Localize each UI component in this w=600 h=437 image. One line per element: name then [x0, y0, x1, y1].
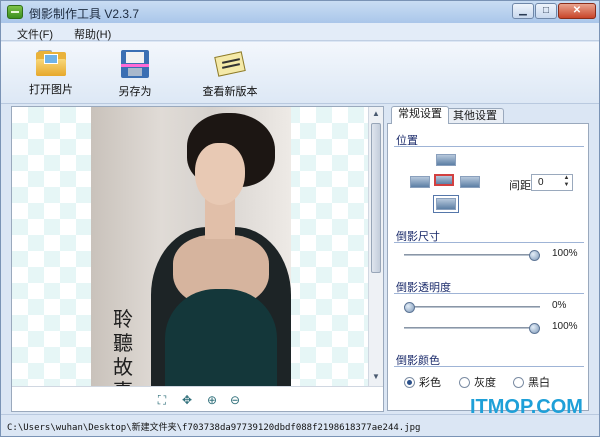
position-top-button[interactable] [436, 154, 456, 166]
minimize-button[interactable]: ▁ [512, 3, 534, 19]
opacity-start-thumb[interactable] [404, 302, 415, 313]
preview-photo: 聆 聽 故 事 [91, 107, 291, 386]
radio-icon [459, 377, 470, 388]
opacity-start-slider[interactable] [404, 302, 540, 313]
divider [394, 146, 584, 147]
maximize-button[interactable]: □ [535, 3, 557, 19]
scrollbar-thumb[interactable] [371, 123, 381, 273]
divider [394, 293, 584, 294]
zoom-toolbar: ⛶ ✥ ⊕ ⊖ [12, 386, 383, 411]
divider [394, 242, 584, 243]
save-as-label: 另存为 [118, 86, 152, 98]
title-bar[interactable]: 倒影制作工具 V2.3.7 ▁ □ ✕ [1, 1, 599, 23]
open-image-label: 打开图片 [29, 84, 73, 96]
opacity-start-value: 0% [552, 300, 567, 311]
folder-image-icon [36, 50, 66, 76]
zoom-in-icon[interactable]: ⊕ [204, 392, 220, 408]
window-title: 倒影制作工具 V2.3.7 [29, 7, 140, 21]
menu-help[interactable]: 帮助(H) [74, 26, 111, 42]
site-watermark: ITMOP.COM [470, 396, 583, 418]
app-window: 倒影制作工具 V2.3.7 ▁ □ ✕ 文件(F) 帮助(H) 打开图片 另存为 [0, 0, 600, 437]
actual-size-icon[interactable]: ✥ [179, 392, 195, 408]
position-left-button[interactable] [410, 176, 430, 188]
newspaper-icon [214, 50, 246, 78]
menu-file[interactable]: 文件(F) [17, 26, 53, 42]
tab-other[interactable]: 其他设置 [446, 108, 504, 124]
open-image-button[interactable]: 打开图片 [29, 50, 73, 97]
position-bottom-button[interactable] [433, 195, 459, 213]
spinner-arrows-icon[interactable]: ▲ ▼ [562, 175, 571, 190]
size-slider-thumb[interactable] [529, 250, 540, 261]
color-options: 彩色 灰度 黑白 [404, 374, 584, 390]
color-option-label: 彩色 [419, 377, 441, 389]
settings-panel: 常规设置 其他设置 位置 间距 0 ▲ ▼ 倒影尺寸 100% 倒影透明度 0%… [387, 106, 591, 412]
position-right-button[interactable] [460, 176, 480, 188]
radio-icon [513, 377, 524, 388]
vertical-scrollbar[interactable]: ▲ ▼ [368, 107, 383, 386]
zoom-out-icon[interactable]: ⊖ [227, 392, 243, 408]
check-update-label: 查看新版本 [202, 86, 258, 98]
size-value: 100% [552, 248, 578, 259]
close-button[interactable]: ✕ [558, 3, 596, 19]
color-option-label: 黑白 [528, 377, 550, 389]
app-icon [7, 5, 23, 19]
divider [394, 366, 584, 367]
color-option-label: 灰度 [474, 377, 496, 389]
tab-general[interactable]: 常规设置 [391, 106, 449, 124]
photo-calligraphy: 聆 聽 故 事 [113, 307, 133, 386]
image-preview-panel: 聆 聽 故 事 ▲ ▼ ⛶ ✥ ⊕ ⊖ [11, 106, 384, 412]
scroll-up-icon[interactable]: ▲ [371, 109, 381, 121]
opacity-end-slider[interactable] [404, 323, 540, 334]
radio-selected-icon [404, 377, 415, 388]
size-slider[interactable] [404, 250, 540, 261]
floppy-disk-icon [121, 50, 149, 78]
spacing-label: 间距 [509, 180, 531, 192]
tab-content: 位置 间距 0 ▲ ▼ 倒影尺寸 100% 倒影透明度 0% 100% 倒影颜色… [387, 123, 589, 411]
scroll-down-icon[interactable]: ▼ [371, 372, 381, 384]
color-option-gray[interactable]: 灰度 [459, 374, 496, 390]
color-option-color[interactable]: 彩色 [404, 374, 441, 390]
menu-bar: 文件(F) 帮助(H) [1, 23, 599, 41]
spacing-spinner[interactable]: 0 ▲ ▼ [531, 174, 573, 191]
position-center-button[interactable] [434, 174, 454, 186]
save-as-button[interactable]: 另存为 [113, 50, 157, 99]
toolbar: 打开图片 另存为 查看新版本 [1, 42, 599, 104]
file-path: C:\Users\wuhan\Desktop\新建文件夹\f703738da97… [7, 423, 421, 433]
opacity-end-value: 100% [552, 321, 578, 332]
opacity-end-thumb[interactable] [529, 323, 540, 334]
color-option-bw[interactable]: 黑白 [513, 374, 550, 390]
spacing-value: 0 [538, 177, 544, 188]
fit-icon[interactable]: ⛶ [154, 392, 170, 408]
check-update-button[interactable]: 查看新版本 [197, 50, 263, 99]
